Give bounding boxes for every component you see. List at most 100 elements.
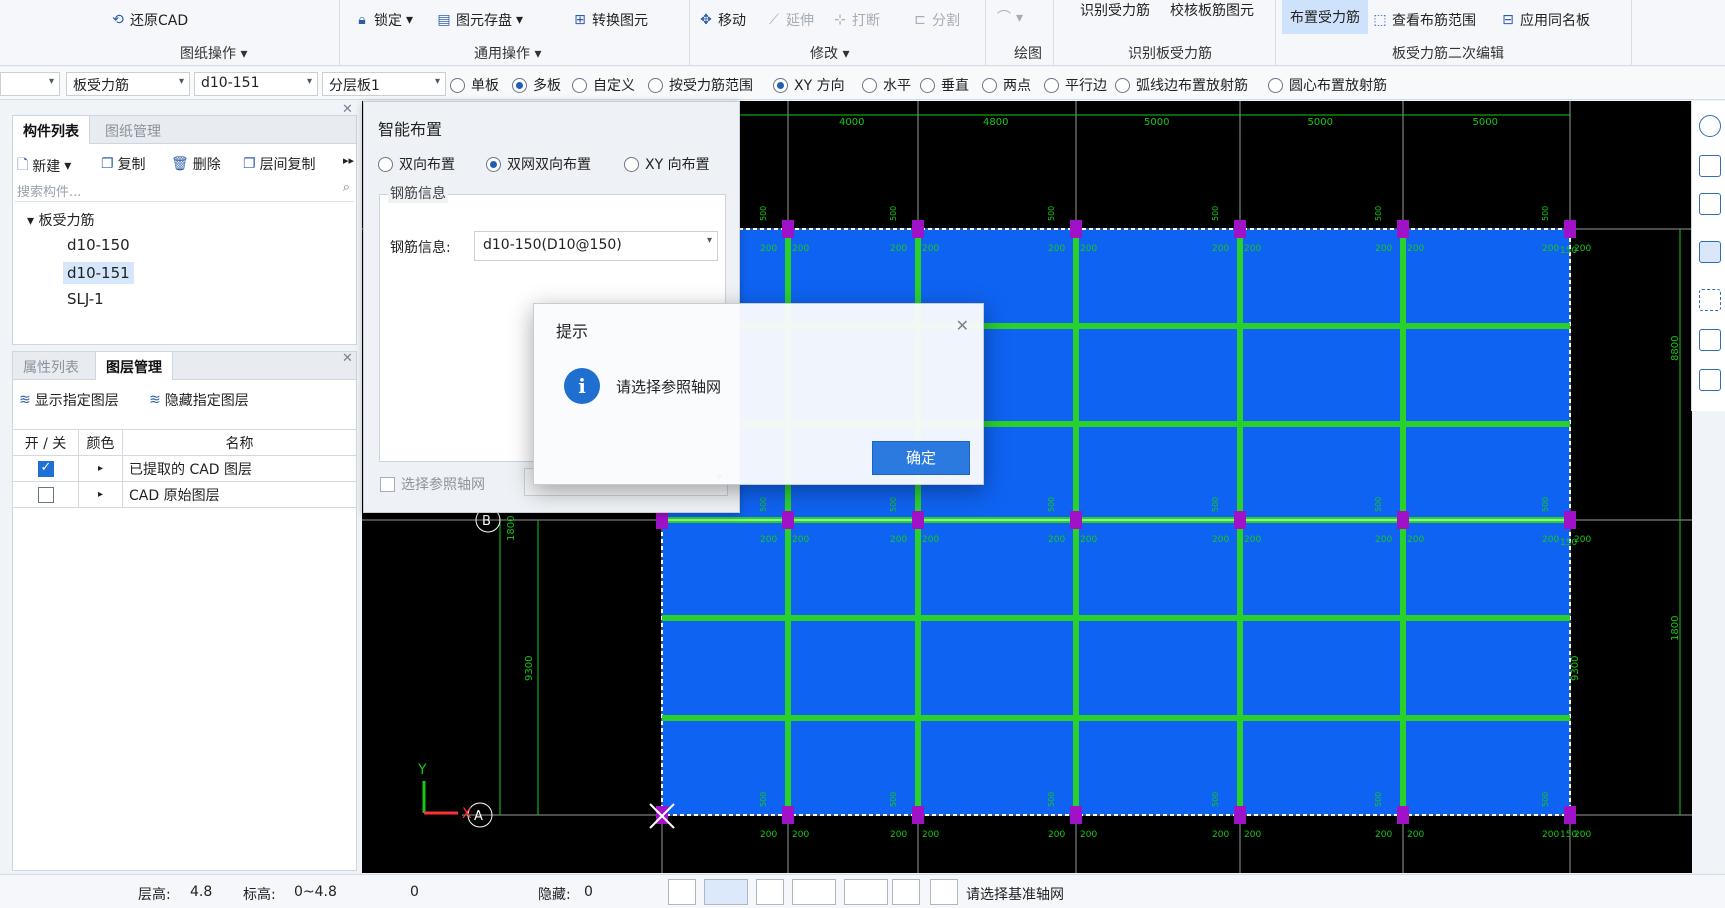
orbit-icon[interactable]: [1699, 115, 1721, 137]
dimension-label: 1800: [1670, 616, 1681, 641]
radio-double-net[interactable]: 双网双向布置: [486, 154, 591, 174]
rebar-length-label: 500: [1047, 497, 1056, 512]
rebar-spacing-label: 200: [792, 535, 809, 545]
rebar-spacing-label: 200: [760, 244, 777, 254]
column-node: [656, 511, 668, 529]
check-rebar-button[interactable]: 校核板筋图元: [1170, 0, 1254, 20]
extend-button[interactable]: ⟋ 延伸: [766, 10, 814, 30]
cross-icon[interactable]: [756, 879, 784, 905]
list-item[interactable]: SLJ-1: [67, 290, 104, 308]
hide-layer-button[interactable]: ≋ 隐藏指定图层: [149, 390, 249, 410]
rebar-length-label: 500: [889, 792, 898, 807]
select-axis-checkbox[interactable]: 选择参照轴网: [380, 474, 485, 494]
save-element-icon: ▤: [437, 12, 451, 28]
curve-icon[interactable]: [930, 879, 958, 905]
options-bar: 板受力筋 d10-151 分层板1 单板多板自定义按受力筋范围 XY 方向水平垂直…: [0, 67, 1725, 100]
combo-name[interactable]: d10-151: [194, 72, 318, 96]
list-item-selected[interactable]: d10-151: [63, 262, 134, 284]
more-icon[interactable]: ▸▸: [343, 154, 354, 167]
modal-message: 请选择参照轴网: [616, 378, 722, 396]
tab-component-list[interactable]: 构件列表: [13, 116, 90, 144]
model-view-icon[interactable]: [1699, 329, 1721, 351]
place-rebar-button[interactable]: 布置受力筋: [1282, 0, 1368, 34]
move-button[interactable]: ✥ 移动: [698, 10, 746, 30]
delete-button[interactable]: 🗑︎ 删除: [171, 154, 221, 174]
layer-tabs: 属性列表 图层管理: [13, 352, 356, 380]
identify-rebar-button[interactable]: 识别受力筋: [1080, 0, 1150, 20]
close-icon[interactable]: ✕: [342, 351, 353, 366]
offset-icon[interactable]: [844, 879, 888, 905]
option-radio-9[interactable]: 弧线边布置放射筋: [1115, 75, 1248, 95]
modal-title: 提示: [556, 322, 589, 341]
rebar-length-label: 500: [1374, 206, 1383, 221]
list-item[interactable]: d10-150: [67, 236, 130, 254]
option-radio-3[interactable]: 按受力筋范围: [648, 75, 753, 95]
close-icon[interactable]: ✕: [956, 316, 969, 335]
rebar-spacing-label: 150: [1560, 538, 1577, 548]
close-icon[interactable]: ✕: [342, 102, 353, 117]
dimension-label: 1800: [506, 516, 517, 541]
dimension-label: 5000: [1308, 117, 1333, 128]
copy-button[interactable]: ❐ 复制: [101, 154, 146, 174]
angle-icon[interactable]: [792, 879, 836, 905]
save-element-button[interactable]: ▤ 图元存盘 ▾: [436, 10, 523, 30]
cube-view-icon[interactable]: [1699, 193, 1721, 215]
layers-hide-icon: ≋: [149, 392, 161, 408]
status-prompt: 请选择基准轴网: [966, 887, 1064, 903]
radio-bidirectional[interactable]: 双向布置: [378, 154, 455, 174]
rebar-length-label: 500: [1374, 497, 1383, 512]
column-node: [1070, 220, 1082, 238]
layer-toggle-checkbox[interactable]: [37, 460, 54, 477]
break-button[interactable]: ⊹ 打断: [832, 10, 880, 30]
convert-element-button[interactable]: ⊞ 转换图元: [572, 10, 648, 30]
properties-view-icon[interactable]: [1699, 369, 1721, 391]
tab-properties[interactable]: 属性列表: [13, 352, 89, 380]
prompt-dialog: 提示 ✕ i 请选择参照轴网 确定: [533, 303, 984, 485]
restore-cad-button[interactable]: ⟲ 还原CAD: [110, 10, 188, 30]
column-node: [1564, 220, 1576, 238]
group-title-modify: 修改 ▾: [810, 46, 850, 62]
split-button[interactable]: ⊏ 分割: [912, 10, 960, 30]
expand-icon[interactable]: ▸: [78, 481, 123, 508]
new-icon: 🗋︎: [17, 157, 29, 173]
cube-solid-icon[interactable]: [1699, 241, 1721, 263]
column-node: [1070, 511, 1082, 529]
option-radio-4[interactable]: XY 方向: [773, 75, 845, 95]
layer-toggle-checkbox[interactable]: [37, 486, 54, 503]
combo-prev[interactable]: [0, 72, 60, 96]
option-radio-10[interactable]: 圆心布置放射筋: [1268, 75, 1387, 95]
view-range-button[interactable]: ⬚ 查看布筋范围: [1372, 10, 1476, 30]
tab-drawing-management[interactable]: 图纸管理: [95, 116, 171, 144]
apply-same-name-button[interactable]: ⊟ 应用同名板: [1500, 10, 1590, 30]
option-radio-2[interactable]: 自定义: [572, 75, 635, 95]
ortho-icon[interactable]: [668, 879, 696, 905]
column-node: [912, 806, 924, 824]
combo-type[interactable]: 板受力筋: [66, 72, 190, 96]
expand-icon[interactable]: ▸: [78, 455, 123, 482]
lock-button[interactable]: 🔒︎ 锁定 ▾: [354, 10, 413, 30]
tab-layer-management[interactable]: 图层管理: [95, 352, 173, 380]
restore-cad-icon: ⟲: [112, 12, 124, 28]
component-search-input[interactable]: 搜索构件... ⌕: [15, 178, 354, 202]
ok-button[interactable]: 确定: [872, 441, 970, 475]
floor-copy-button[interactable]: ❐ 层间复制: [243, 154, 316, 174]
snap-icon[interactable]: [704, 879, 748, 905]
option-radio-0[interactable]: 单板: [450, 75, 499, 95]
view-3d-icon[interactable]: [1699, 155, 1721, 177]
radio-xy[interactable]: XY 向布置: [624, 154, 710, 174]
rebar-spacing-label: 200: [1542, 244, 1559, 254]
show-layer-button[interactable]: ≋ 显示指定图层: [19, 390, 119, 410]
arc-tool-button[interactable]: ⌒ ▾: [996, 10, 1023, 26]
option-radio-8[interactable]: 平行边: [1044, 75, 1107, 95]
option-radio-7[interactable]: 两点: [982, 75, 1031, 95]
option-radio-6[interactable]: 垂直: [920, 75, 969, 95]
group-modify: ✥ 移动 ⟋ 延伸 ⊹ 打断 ⊏ 分割 修改 ▾: [690, 0, 986, 66]
option-radio-1[interactable]: 多板: [512, 75, 561, 95]
rebar-info-select[interactable]: d10-150(D10@150): [474, 231, 718, 261]
combo-layer[interactable]: 分层板1: [322, 72, 446, 96]
tree-root[interactable]: ▾ 板受力筋: [27, 210, 94, 230]
display-icon[interactable]: [892, 879, 920, 905]
option-radio-5[interactable]: 水平: [862, 75, 911, 95]
new-button[interactable]: 🗋︎ 新建 ▾: [17, 154, 71, 178]
fullscreen-icon[interactable]: [1699, 289, 1721, 311]
